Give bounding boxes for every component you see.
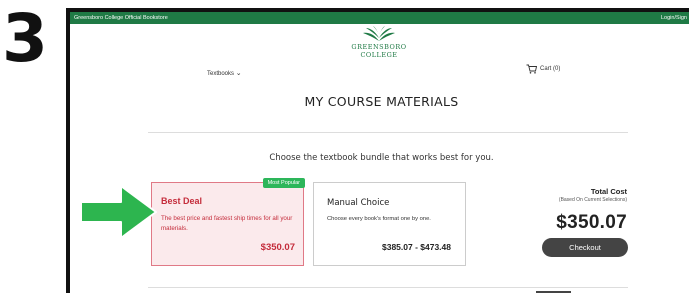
best-deal-description: The best price and fastest ship times fo… — [161, 215, 293, 232]
manual-choice-card[interactable]: Manual Choice Choose every book's format… — [313, 182, 466, 266]
best-deal-title: Best Deal — [161, 196, 203, 206]
login-link[interactable]: Login/Sign — [661, 12, 687, 24]
most-popular-badge: Most Popular — [262, 178, 305, 188]
textbooks-label: Textbooks — [207, 71, 235, 77]
total-cost-label: Total Cost — [590, 187, 627, 196]
total-cost-panel: Total Cost (Based On Current Selections)… — [510, 187, 627, 234]
book-leaf-logo-icon — [363, 26, 395, 41]
best-deal-price: $350.07 — [260, 242, 295, 253]
green-arrow-icon — [80, 185, 157, 239]
textbooks-menu[interactable]: Textbooks ⌄ — [207, 69, 242, 77]
page-title: MY COURSE MATERIALS — [304, 94, 459, 109]
step-number: 3 — [2, 0, 48, 77]
cart-icon — [526, 64, 537, 74]
browser-screenshot-frame: Greensboro College Official Bookstore Lo… — [66, 8, 689, 293]
college-logo[interactable]: GREENSBORO COLLEGE — [334, 25, 424, 65]
manual-choice-description: Choose every book's format one by one. — [327, 216, 431, 222]
cart-label: Cart (0) — [540, 66, 561, 72]
manual-choice-title: Manual Choice — [327, 198, 390, 208]
logo-line-1: GREENSBORO — [351, 43, 407, 51]
logo-line-2: COLLEGE — [360, 51, 398, 59]
header-divider — [148, 132, 628, 133]
bundle-subtitle: Choose the textbook bundle that works be… — [269, 153, 494, 163]
top-bar: Greensboro College Official Bookstore Lo… — [70, 12, 689, 24]
total-cost-sublabel: (Based On Current Selections) — [558, 197, 627, 203]
manual-choice-price: $385.07 - $473.48 — [381, 242, 451, 252]
cart-link[interactable]: Cart (0) — [526, 64, 560, 74]
checkout-button[interactable]: Checkout — [542, 238, 628, 257]
best-deal-card[interactable]: Most Popular Best Deal The best price an… — [151, 178, 305, 266]
total-cost-amount: $350.07 — [556, 212, 627, 233]
store-name: Greensboro College Official Bookstore — [74, 15, 168, 21]
tutorial-stage: 3 Greensboro College Official Bookstore … — [0, 0, 689, 293]
bottom-divider — [148, 287, 628, 288]
chevron-down-icon: ⌄ — [235, 70, 242, 77]
